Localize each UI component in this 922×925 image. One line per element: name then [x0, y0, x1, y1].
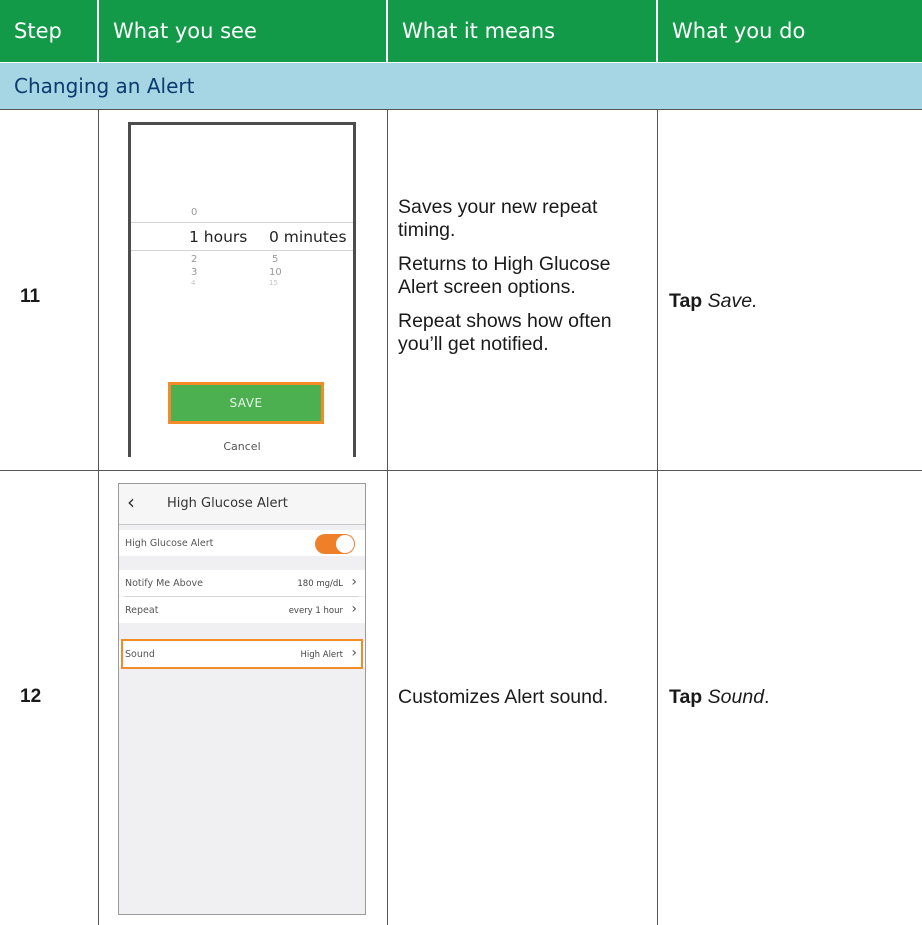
- what-you-do-cell: Tap Save.: [669, 290, 758, 313]
- repeat-picker-screenshot: 0 1 hours 0 minutes 2 5 3 10 4 15 SAVE C…: [128, 122, 356, 457]
- picker-value: 2: [191, 254, 198, 265]
- picker-value: 5: [272, 254, 279, 265]
- what-it-means-cell: Customizes Alert sound.: [398, 686, 650, 720]
- nav-bar: ‹ High Glucose Alert: [119, 484, 365, 525]
- toggle-label: High Glucose Alert: [125, 538, 214, 549]
- section-title: Changing an Alert: [0, 63, 922, 109]
- high-glucose-alert-screenshot: ‹ High Glucose Alert High Glucose Alert …: [118, 483, 366, 915]
- do-action: Tap: [669, 290, 703, 312]
- picker-selected-minutes: 0 minutes: [269, 228, 347, 246]
- notify-row[interactable]: Notify Me Above 180 mg/dL ›: [119, 570, 365, 596]
- header-what-you-see: What you see: [99, 0, 386, 62]
- row-divider: [0, 470, 922, 471]
- picker-divider: [131, 222, 353, 223]
- cancel-button[interactable]: Cancel: [131, 440, 353, 453]
- repeat-value: every 1 hour: [288, 606, 343, 616]
- screen-title: High Glucose Alert: [167, 496, 288, 511]
- header-what-you-do: What you do: [658, 0, 922, 62]
- header-what-it-means: What it means: [388, 0, 656, 62]
- column-divider: [387, 109, 388, 925]
- picker-value: 3: [191, 267, 198, 278]
- do-target: Save.: [707, 290, 758, 312]
- means-line: Returns to High Glucose Alert screen opt…: [398, 253, 611, 298]
- picker-value: 4: [191, 279, 196, 287]
- what-it-means-cell: Saves your new repeat timing. Returns to…: [398, 196, 650, 367]
- instruction-table: Step What you see What it means What you…: [0, 0, 922, 925]
- repeat-row[interactable]: Repeat every 1 hour ›: [119, 597, 365, 623]
- column-divider: [98, 109, 99, 925]
- do-suffix: .: [764, 686, 770, 708]
- step-number: 11: [20, 286, 41, 307]
- picker-value: 15: [269, 279, 278, 287]
- do-target: Sound: [707, 686, 765, 708]
- picker-value: 0: [191, 207, 198, 218]
- notify-value: 180 mg/dL: [297, 579, 343, 589]
- header-step: Step: [0, 0, 97, 62]
- toggle-row: High Glucose Alert: [119, 530, 365, 556]
- chevron-right-icon: ›: [351, 574, 357, 590]
- means-line: Customizes Alert sound.: [398, 686, 609, 708]
- step-number: 12: [20, 686, 42, 707]
- picker-divider: [131, 250, 353, 251]
- save-button[interactable]: SAVE: [168, 382, 324, 424]
- what-you-do-cell: Tap Sound.: [669, 686, 769, 709]
- picker-selected-hours: 1 hours: [189, 228, 248, 246]
- row-divider: [0, 109, 922, 110]
- repeat-label: Repeat: [125, 605, 159, 616]
- alert-toggle[interactable]: [315, 534, 355, 554]
- chevron-left-icon[interactable]: ‹: [127, 490, 135, 514]
- picker-value: 10: [269, 267, 282, 278]
- toggle-knob: [336, 535, 354, 553]
- notify-label: Notify Me Above: [125, 578, 203, 589]
- chevron-right-icon: ›: [351, 601, 357, 617]
- means-line: Repeat shows how often you’ll get notifi…: [398, 310, 612, 355]
- means-line: Saves your new repeat timing.: [398, 196, 598, 241]
- do-action: Tap: [669, 686, 703, 708]
- sound-highlight: [121, 639, 363, 669]
- column-divider: [657, 109, 658, 925]
